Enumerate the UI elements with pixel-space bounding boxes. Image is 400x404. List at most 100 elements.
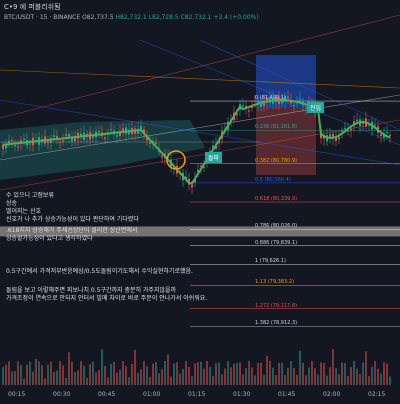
- candle: [287, 96, 289, 99]
- volume-bar: [203, 368, 205, 385]
- volume-bar: [278, 362, 280, 385]
- volume-bar: [158, 373, 160, 385]
- fib-label: 1.13 (79,383.2): [255, 279, 294, 286]
- candle: [260, 104, 262, 107]
- volume-bar: [311, 361, 313, 385]
- volume-bar: [230, 367, 232, 385]
- volume-bar: [209, 366, 211, 385]
- volume-bar: [275, 375, 277, 385]
- note-6: 상승할가능성이 있다고 생각하였다: [6, 235, 93, 242]
- candle: [53, 135, 55, 137]
- time-tick: 02:00: [323, 391, 341, 398]
- ohlc-low: L82,728.5: [148, 14, 179, 21]
- fib-label: 0 (81,499.1): [255, 95, 286, 102]
- volume-bar: [137, 372, 139, 385]
- ohlc-line: BTC/USDT · 15 · BINANCE O82,737.5 H82,73…: [4, 14, 259, 21]
- volume-bar: [35, 358, 37, 385]
- volume-bar: [212, 375, 214, 385]
- volume-bar: [29, 361, 31, 385]
- volume-bar: [98, 369, 100, 385]
- candle: [17, 146, 19, 148]
- volume-bar: [119, 369, 121, 385]
- volume-bar: [365, 351, 367, 385]
- volume-bar: [356, 368, 358, 385]
- volume-bar: [86, 377, 88, 385]
- volume-bar: [68, 352, 70, 385]
- volume-bar: [128, 377, 130, 385]
- volume-bar: [302, 362, 304, 385]
- volume-bar: [155, 362, 157, 385]
- price-chart[interactable]: [0, 0, 400, 400]
- volume-bar: [299, 350, 301, 385]
- fib-label: 0.382 (80,780.9): [255, 157, 298, 164]
- volume-bar: [89, 364, 91, 385]
- volume-bar: [389, 376, 391, 385]
- volume-bar: [332, 349, 334, 385]
- volume-bar: [371, 366, 373, 385]
- volume-bar: [38, 361, 40, 385]
- candle: [191, 184, 193, 188]
- candle: [155, 142, 157, 144]
- volume-bar: [272, 367, 274, 385]
- time-tick: 00:15: [8, 391, 26, 398]
- volume-bar: [335, 368, 337, 385]
- volume-bar: [347, 375, 349, 385]
- volume-bar: [59, 361, 61, 385]
- volume-bar: [323, 363, 325, 385]
- candle: [293, 104, 295, 106]
- volume-bar: [41, 365, 43, 385]
- volume-bar: [50, 361, 52, 385]
- volume-bar: [248, 361, 250, 385]
- volume-bar: [266, 355, 268, 385]
- volume-bar: [101, 349, 103, 385]
- volume-bar: [227, 361, 229, 385]
- chart-area[interactable]: C•9 에 퍼블리쉬됨 BTC/USDT · 15 · BINANCE O82,…: [0, 0, 400, 400]
- volume-bar: [95, 372, 97, 385]
- time-tick: 01:45: [278, 391, 296, 398]
- volume-bar: [134, 349, 136, 385]
- volume-bar: [260, 362, 262, 385]
- time-tick: 01:30: [233, 391, 251, 398]
- candle: [8, 140, 10, 144]
- candle: [344, 127, 346, 129]
- volume-bar: [287, 367, 289, 385]
- candle: [92, 136, 94, 138]
- candle: [59, 141, 61, 143]
- volume-bar: [293, 367, 295, 385]
- note-9: 가격조정이 연속으로 안되지 안터서 빌메 차이로 바로 주문이 안나가서 아쉬…: [6, 295, 208, 302]
- volume-bar: [263, 374, 265, 385]
- volume-bar: [2, 367, 4, 385]
- volume-bar: [386, 363, 388, 385]
- volume-bar: [362, 362, 364, 385]
- candle: [242, 105, 244, 107]
- candle: [341, 130, 343, 132]
- fib-label: 0.886 (79,839.1): [255, 239, 298, 246]
- candle: [29, 143, 31, 145]
- ohlc-change: +3.4 (+0.00%): [213, 14, 259, 21]
- volume-bar: [125, 366, 127, 385]
- candle: [11, 140, 13, 142]
- candle: [149, 142, 151, 144]
- volume-bar: [236, 363, 238, 385]
- candle: [161, 156, 163, 158]
- ohlc-close: C82,732.1: [180, 14, 212, 21]
- candle: [380, 134, 382, 136]
- time-tick: 00:30: [53, 391, 71, 398]
- volume-bar: [251, 367, 253, 385]
- volume-bar: [326, 375, 328, 385]
- candle: [335, 137, 337, 141]
- volume-bar: [224, 368, 226, 385]
- candle: [389, 135, 391, 137]
- time-tick: 01:15: [188, 391, 206, 398]
- volume-bar: [23, 378, 25, 385]
- volume-bar: [185, 361, 187, 385]
- candle: [248, 110, 250, 112]
- volume-bar: [14, 371, 16, 385]
- volume-bar: [200, 361, 202, 385]
- volume-bar: [65, 378, 67, 385]
- volume-bar: [233, 363, 235, 385]
- chart-header: C•9 에 퍼블리쉬됨 BTC/USDT · 15 · BINANCE O82,…: [0, 0, 400, 30]
- volume-bar: [152, 363, 154, 385]
- candle: [47, 141, 49, 144]
- publish-title: C•9 에 퍼블리쉬됨: [4, 3, 61, 11]
